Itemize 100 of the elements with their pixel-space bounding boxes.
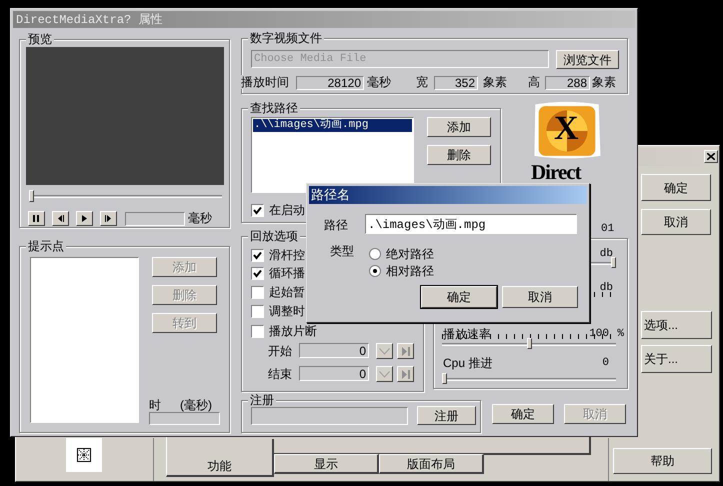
version-label: 01 xyxy=(601,223,614,235)
check-icon xyxy=(379,370,390,378)
checkbox[interactable] xyxy=(251,325,264,338)
slider[interactable] xyxy=(442,338,616,350)
button[interactable]: 取消 xyxy=(641,209,711,235)
logo-wordmark: Direct xyxy=(531,162,581,183)
field-label: 路径 xyxy=(324,218,348,232)
group-label: 预览 xyxy=(26,32,54,46)
checkbox-label: 循环播 xyxy=(269,266,305,280)
tab[interactable]: 版面布局 xyxy=(379,454,484,474)
button[interactable]: 选项... xyxy=(641,311,712,339)
unit-label: 象素 xyxy=(483,75,507,89)
check-icon xyxy=(379,348,390,354)
checkbox-label: 调整时 xyxy=(269,304,305,318)
height-field: 288 xyxy=(545,76,590,90)
file-field[interactable]: Choose Media File xyxy=(251,50,549,68)
button[interactable]: 取消 xyxy=(502,286,578,308)
radio-button[interactable] xyxy=(369,265,381,277)
tab[interactable]: 功能 xyxy=(166,439,274,477)
checkbox-label: 起始暂 xyxy=(269,285,305,299)
unit-label: % xyxy=(617,327,624,341)
checkbox[interactable] xyxy=(251,204,264,217)
unit-label: db xyxy=(600,247,613,261)
skip-end-icon xyxy=(402,370,410,378)
number-field[interactable]: 0 xyxy=(299,366,369,381)
checker-icon xyxy=(77,448,91,462)
group-label: 提示点 xyxy=(26,239,66,253)
window-title: DirectMediaXtra? 属性 xyxy=(13,11,635,28)
unit-label: 毫秒 xyxy=(367,75,391,89)
skip-button[interactable] xyxy=(397,343,414,359)
field-label: 宽 xyxy=(416,75,428,89)
slider-value: 100 xyxy=(589,327,609,341)
register-field[interactable] xyxy=(251,407,408,425)
slider-thumb[interactable] xyxy=(526,338,532,349)
pause-button[interactable] xyxy=(28,211,45,226)
checkbox[interactable] xyxy=(251,305,264,318)
button: 转到 xyxy=(152,313,217,333)
slider[interactable] xyxy=(29,190,222,202)
path-field[interactable]: .\images\动画.mpg xyxy=(365,214,577,234)
number-field[interactable]: 0 xyxy=(299,343,369,358)
step-forward-icon xyxy=(104,214,113,223)
button[interactable]: 帮助 xyxy=(613,448,712,474)
group-label: 查找路径 xyxy=(248,101,300,115)
skip-button[interactable] xyxy=(397,366,414,382)
button: 删除 xyxy=(152,285,217,305)
play-icon xyxy=(80,214,89,223)
button[interactable]: 确定 xyxy=(421,286,497,308)
ok-button[interactable]: 确定 xyxy=(492,404,554,424)
radio-label: 绝对路径 xyxy=(386,247,434,261)
skip-end-icon xyxy=(402,346,410,356)
radio-button[interactable] xyxy=(369,248,381,260)
checkbox[interactable] xyxy=(251,267,264,280)
check-button[interactable] xyxy=(376,366,393,382)
field-label: 类型 xyxy=(330,244,354,258)
time-field[interactable] xyxy=(149,412,220,425)
logo-letter: X xyxy=(554,112,579,146)
tab[interactable]: 显示 xyxy=(274,454,379,474)
checkbox[interactable] xyxy=(251,249,264,262)
unit-label: (毫秒) xyxy=(180,398,212,412)
step-forward-button[interactable] xyxy=(100,211,117,226)
group-label: 数字视频文件 xyxy=(248,31,324,45)
slider-thumb[interactable] xyxy=(611,257,616,268)
pause-icon xyxy=(32,214,41,223)
field-label: 高 xyxy=(528,75,540,89)
cancel-button: 取消 xyxy=(564,404,626,424)
step-back-icon xyxy=(56,214,65,223)
field-label: 结束 xyxy=(268,366,292,382)
group-label: 回放选项 xyxy=(248,229,300,243)
radio-label: 相对路径 xyxy=(386,264,434,278)
slider-label: Cpu 推进 xyxy=(443,356,492,370)
width-field: 352 xyxy=(434,76,478,90)
field-label: 播放时间 xyxy=(241,75,289,89)
register-button[interactable]: 注册 xyxy=(417,406,476,425)
step-back-button[interactable] xyxy=(52,211,69,226)
group-label: 注册 xyxy=(248,393,276,407)
button[interactable]: 关于... xyxy=(641,345,712,373)
browse-button[interactable]: 浏览文件 xyxy=(556,50,619,69)
unit-label: 毫秒 xyxy=(188,211,212,225)
slider-thumb[interactable] xyxy=(442,373,447,384)
close-button[interactable] xyxy=(704,150,718,163)
button: 添加 xyxy=(152,257,217,277)
button[interactable]: 确定 xyxy=(641,174,711,201)
slider-thumb[interactable] xyxy=(29,190,34,202)
checkbox-label: 播放片断 xyxy=(269,324,317,338)
list-item[interactable]: .\\images\动画.mpg xyxy=(253,119,412,132)
field-label: 时 xyxy=(149,398,161,412)
checkbox-label: 在启动 xyxy=(269,203,305,217)
delete-button[interactable]: 删除 xyxy=(427,145,491,165)
add-button[interactable]: 添加 xyxy=(427,117,491,137)
slider[interactable] xyxy=(442,373,616,385)
window-title: 路径名 xyxy=(309,186,587,204)
duration-field: 28120 xyxy=(296,76,364,90)
unit-label: db xyxy=(600,281,613,295)
play-button[interactable] xyxy=(76,211,93,226)
field-label: 开始 xyxy=(268,343,292,359)
time-field[interactable] xyxy=(125,212,185,226)
close-icon xyxy=(707,153,715,160)
check-button[interactable] xyxy=(376,343,393,359)
slider-value: 0 xyxy=(602,356,609,370)
checkbox[interactable] xyxy=(251,286,264,299)
